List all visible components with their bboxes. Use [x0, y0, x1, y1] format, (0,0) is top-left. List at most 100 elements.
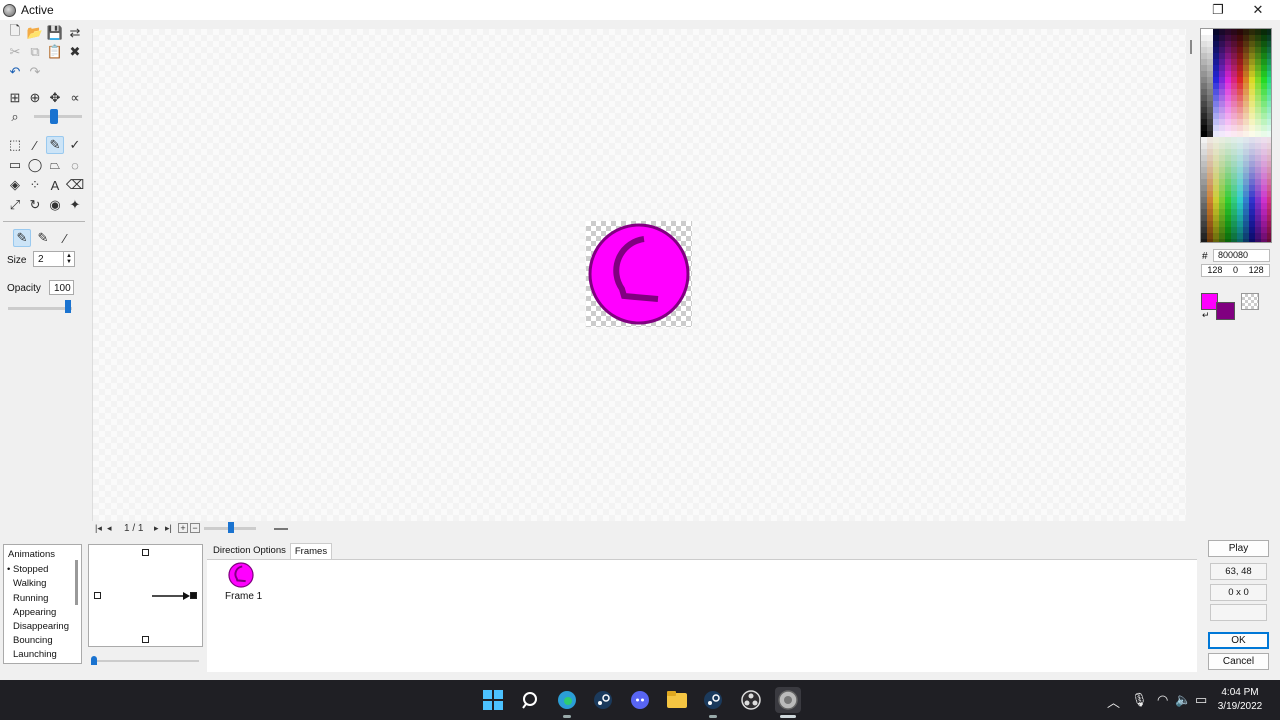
canvas-scrollbar[interactable]: [1190, 40, 1192, 54]
edge-icon[interactable]: [555, 688, 579, 712]
preview-icon[interactable]: ◉: [46, 196, 64, 214]
brush-icon[interactable]: ✓: [66, 136, 84, 154]
direction-west[interactable]: [94, 592, 101, 599]
animation-item-stopped[interactable]: • Stopped: [4, 563, 81, 577]
animations-scrollbar[interactable]: [75, 560, 78, 605]
green-value[interactable]: 0: [1233, 265, 1238, 276]
direction-panel[interactable]: [88, 544, 203, 647]
animations-list[interactable]: Animations • Stopped Walking Running App…: [3, 544, 82, 664]
zoom-icon[interactable]: ⌕: [6, 108, 24, 126]
swap-colors-icon[interactable]: ↵: [1202, 310, 1210, 321]
steam-icon[interactable]: [591, 688, 615, 712]
hex-input[interactable]: 800080: [1213, 249, 1270, 262]
delete-icon[interactable]: ✖: [66, 43, 84, 61]
battery-icon[interactable]: ▭: [1195, 692, 1207, 708]
spinner-arrows-icon[interactable]: ▲ ▼: [63, 252, 74, 266]
cut-icon[interactable]: ✂: [6, 43, 24, 61]
text-icon[interactable]: A: [46, 176, 64, 194]
pen-mode-2-icon[interactable]: ✎: [34, 229, 52, 247]
animation-item-bouncing[interactable]: Bouncing: [4, 634, 81, 648]
open-icon[interactable]: 📂: [26, 24, 44, 42]
frame-thumbnail[interactable]: [228, 562, 254, 591]
animation-item-disappearing[interactable]: Disappearing: [4, 620, 81, 634]
opacity-slider-thumb[interactable]: [65, 300, 71, 313]
background-color-swatch[interactable]: [1216, 302, 1235, 320]
pen-icon[interactable]: ✎: [46, 136, 64, 154]
eraser-icon[interactable]: ⌫: [66, 176, 84, 194]
last-frame-icon[interactable]: ▸|: [165, 523, 172, 534]
prev-frame-icon[interactable]: ◂: [107, 523, 112, 534]
pen-mode-1-icon[interactable]: ✎: [13, 229, 31, 247]
first-frame-icon[interactable]: |◂: [95, 523, 102, 534]
spray-icon[interactable]: ⁘: [26, 176, 44, 194]
direction-south[interactable]: [142, 636, 149, 643]
line-icon[interactable]: ⤢: [6, 196, 24, 214]
rgb-fields[interactable]: 128 0 128: [1201, 264, 1270, 277]
redo-icon[interactable]: ↷: [26, 63, 44, 81]
transparent-icon[interactable]: ∝: [66, 89, 84, 107]
tray-chevron-icon[interactable]: ︿: [1107, 692, 1120, 711]
next-frame-icon[interactable]: ▸: [154, 523, 159, 534]
speed-slider-thumb[interactable]: [228, 522, 234, 533]
pen-mode-3-icon[interactable]: ⁄: [56, 229, 74, 247]
direction-speed-slider[interactable]: [93, 660, 199, 662]
palette-cell[interactable]: [1267, 239, 1271, 242]
direction-north[interactable]: [142, 549, 149, 556]
restore-button[interactable]: ❐: [1198, 0, 1238, 20]
red-value[interactable]: 128: [1207, 265, 1222, 276]
size-spinner[interactable]: 2 ▲ ▼: [33, 251, 75, 267]
microphone-icon[interactable]: 🎙: [1131, 692, 1148, 708]
polygon-icon[interactable]: ⏢: [46, 156, 64, 174]
direction-east-selected[interactable]: [190, 592, 197, 599]
rotate-icon[interactable]: ↻: [26, 196, 44, 214]
tab-frames[interactable]: Frames: [289, 543, 333, 559]
resize-icon[interactable]: ✥: [46, 89, 64, 107]
select-icon[interactable]: ⬚: [6, 136, 24, 154]
transparent-color-swatch[interactable]: [1241, 293, 1259, 310]
animation-item-running[interactable]: Running: [4, 592, 81, 606]
opacity-slider[interactable]: [8, 307, 72, 310]
wifi-icon[interactable]: ◠: [1157, 692, 1168, 708]
animation-item-walking[interactable]: Walking: [4, 577, 81, 591]
ellipse-icon[interactable]: ◯: [26, 156, 44, 174]
opacity-field[interactable]: 100: [49, 280, 74, 295]
color-palette[interactable]: [1200, 28, 1272, 243]
remove-frame-icon[interactable]: −: [190, 523, 200, 533]
search-icon[interactable]: [519, 688, 543, 712]
zoom-slider-thumb[interactable]: [50, 109, 58, 124]
blue-value[interactable]: 128: [1249, 265, 1264, 276]
import-icon[interactable]: ⇄: [66, 24, 84, 42]
copy-icon[interactable]: ⧉: [26, 43, 44, 61]
play-button[interactable]: Play: [1208, 540, 1269, 557]
ok-button[interactable]: OK: [1208, 632, 1269, 649]
close-button[interactable]: ✕: [1238, 0, 1278, 20]
pipette-icon[interactable]: ⁄: [26, 136, 44, 154]
tab-direction-options[interactable]: Direction Options: [209, 543, 290, 559]
center-icon[interactable]: ⊕: [26, 89, 44, 107]
steam-2-icon[interactable]: [701, 688, 725, 712]
obs-icon[interactable]: [739, 688, 763, 712]
lasso-icon[interactable]: ◌: [66, 156, 84, 174]
animation-item-launching[interactable]: Launching: [4, 648, 81, 662]
cancel-button[interactable]: Cancel: [1208, 653, 1269, 670]
paste-icon[interactable]: 📋: [46, 43, 64, 61]
start-icon[interactable]: [481, 688, 505, 712]
drawing-canvas[interactable]: [92, 29, 1186, 521]
discord-icon[interactable]: [628, 688, 652, 712]
save-icon[interactable]: 💾: [46, 24, 64, 42]
taskbar-clock[interactable]: 4:04 PM 3/19/2022: [1210, 686, 1270, 714]
undo-icon[interactable]: ↶: [6, 63, 24, 81]
animation-item-appearing[interactable]: Appearing: [4, 606, 81, 620]
add-frame-icon[interactable]: +: [178, 523, 188, 533]
new-icon[interactable]: 🗋: [6, 23, 24, 42]
zoom-slider[interactable]: [34, 115, 82, 118]
hotspot-icon[interactable]: ✦: [66, 196, 84, 214]
grid-icon[interactable]: ⊞: [6, 89, 24, 107]
active-app-icon[interactable]: [775, 687, 801, 713]
file-explorer-icon[interactable]: [665, 688, 689, 712]
sprite-image[interactable]: [586, 221, 692, 327]
volume-icon[interactable]: 🔈: [1175, 692, 1191, 708]
rectangle-icon[interactable]: ▭: [6, 156, 24, 174]
fill-icon[interactable]: ◈: [6, 176, 24, 194]
direction-speed-thumb[interactable]: [91, 656, 97, 665]
